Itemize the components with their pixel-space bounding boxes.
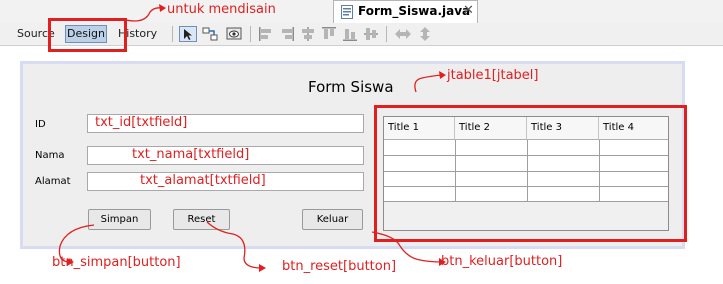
field-text: txt_alamat[txtfield]	[140, 173, 266, 188]
align-right-icon[interactable]	[279, 26, 295, 42]
connection-mode-icon[interactable]	[202, 26, 218, 42]
toolbar-separator	[250, 26, 251, 42]
tab-label: Form_Siswa.java	[358, 4, 471, 18]
field-text: txt_nama[txtfield]	[132, 147, 250, 162]
center-horizontally-icon[interactable]	[300, 26, 316, 42]
close-icon[interactable]: ✕	[463, 3, 474, 18]
align-top-icon[interactable]	[321, 26, 337, 42]
field-text: txt_id[txtfield]	[95, 115, 188, 130]
preview-design-icon[interactable]	[226, 26, 242, 42]
label-id: ID	[35, 119, 46, 130]
align-left-icon[interactable]	[258, 26, 274, 42]
txt-alamat-field[interactable]: txt_alamat[txtfield]	[87, 172, 364, 191]
label-alamat: Alamat	[35, 176, 71, 187]
simpan-button[interactable]: Simpan	[88, 209, 151, 230]
vertical-resize-icon[interactable]	[418, 26, 432, 42]
annotation-reset: btn_reset[button]	[282, 259, 397, 274]
annotation-design: untuk mendisain	[167, 2, 276, 17]
align-bottom-icon[interactable]	[342, 26, 358, 42]
reset-button[interactable]: Reset	[173, 209, 230, 230]
label-nama: Nama	[35, 150, 65, 161]
annotation-simpan: btn_simpan[button]	[52, 255, 181, 270]
toolbar-separator	[386, 26, 387, 42]
horizontal-resize-icon[interactable]	[394, 26, 412, 42]
selection-mode-icon[interactable]	[179, 26, 197, 42]
annotation-table: jtable1[jtabel]	[447, 68, 539, 83]
txt-nama-field[interactable]: txt_nama[txtfield]	[87, 146, 364, 165]
design-highlight-box	[48, 18, 127, 52]
toolbar-separator	[172, 26, 173, 42]
table-highlight-box	[374, 105, 687, 242]
java-file-icon	[341, 5, 353, 19]
annotation-keluar: btn_keluar[button]	[441, 254, 563, 269]
tab-form-siswa[interactable]: Form_Siswa.java ✕	[333, 0, 478, 23]
keluar-button[interactable]: Keluar	[302, 209, 363, 230]
center-vertically-icon[interactable]	[363, 26, 379, 42]
form-title: Form Siswa	[308, 78, 394, 96]
txt-id-field[interactable]: txt_id[txtfield]	[87, 114, 364, 133]
